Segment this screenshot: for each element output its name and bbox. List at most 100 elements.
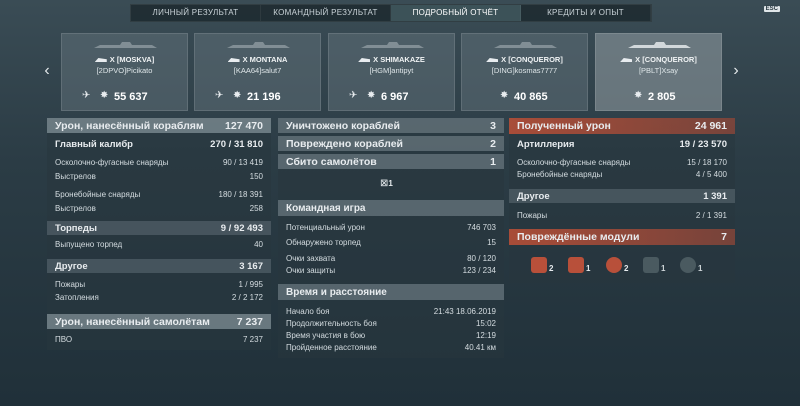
- label: Пройденное расстояние: [286, 343, 377, 352]
- value: 7 237: [236, 315, 263, 328]
- value: 2 / 2 172: [231, 293, 263, 302]
- capture-points-row: Очки захвата 80 / 120: [278, 253, 504, 264]
- label: Очки защиты: [286, 266, 336, 275]
- value: 127 470: [225, 119, 263, 132]
- ship-name: X [MOSKVA]: [109, 55, 155, 64]
- value: 270 / 31 810: [210, 138, 263, 150]
- other-row: Другое 3 167: [47, 259, 271, 273]
- value: 15 / 18 170: [686, 158, 727, 167]
- ship-name: X [CONQUEROR]: [635, 55, 697, 64]
- module-main-battery-damaged: 2: [531, 257, 559, 277]
- module-engine-damaged: 2: [606, 257, 634, 277]
- ship-class-icon: [94, 58, 107, 63]
- value: 12:19: [475, 331, 496, 340]
- ship-damage: 21 196: [247, 91, 281, 103]
- value: 19 / 23 570: [679, 138, 727, 150]
- value: 180 / 18 391: [218, 190, 263, 199]
- plane-kill-icon: ✈: [82, 90, 91, 101]
- label: Потенциальный урон: [286, 223, 365, 232]
- received-other-row: Другое 1 391: [509, 189, 735, 203]
- tab-detailed-report[interactable]: ПОДРОБНЫЙ ОТЧЁТ: [391, 5, 521, 21]
- label: Время и расстояние: [286, 286, 387, 298]
- ship-card-conqueror-1[interactable]: X [CONQUEROR] [DING]kosmas7777 ✸ 40 865: [461, 33, 588, 111]
- value: 80 / 120: [467, 254, 496, 263]
- value: 7 237: [242, 335, 263, 344]
- ship-name: X SHIMAKAZE: [373, 55, 425, 64]
- label: Выпущено торпед: [55, 240, 123, 249]
- label: Очки захвата: [286, 254, 336, 263]
- ship-card-montana[interactable]: X MONTANA [KAA64]salut7 ✈ ✸ 21 196: [194, 33, 321, 111]
- battle-summary-panel: Уничтожено кораблей 3 Повреждено кораблей…: [278, 118, 504, 358]
- fires-row: Пожары 1 / 995: [47, 279, 271, 290]
- torps-fired-row: Выпущено торпед 40: [47, 239, 271, 250]
- participation-time-row: Время участия в бою 12:19: [278, 330, 504, 341]
- player-name: [KAA64]salut7: [233, 66, 282, 75]
- damaged-row: Повреждено кораблей 2: [278, 136, 504, 151]
- ship-class-icon: [227, 58, 240, 63]
- value: 24 961: [694, 120, 727, 132]
- label: Урон, нанесённый кораблям: [55, 119, 204, 132]
- potential-damage-row: Потенциальный урон 746 703: [278, 222, 504, 233]
- secondary-gun-icon: [568, 257, 584, 273]
- damage-icon: ✸: [100, 90, 109, 101]
- defense-points-row: Очки защиты 123 / 234: [278, 265, 504, 276]
- ship-card-moskva[interactable]: X [MOSKVA] [2DPVO]Picikato ✈ ✸ 55 637: [61, 33, 188, 111]
- label: Повреждённые модули: [517, 231, 640, 243]
- label: Выстрелов: [55, 204, 96, 213]
- damage-icon: ✸: [500, 90, 509, 101]
- label: Артиллерия: [517, 138, 575, 150]
- ship-card-conqueror-own[interactable]: X [CONQUEROR] [PBLT]Xsay ✸ 2 805: [595, 33, 722, 111]
- label: ПВО: [55, 335, 73, 344]
- player-name: [2DPVO]Picikato: [96, 66, 153, 75]
- value: 21:43 18.06.2019: [433, 307, 496, 316]
- value: 2 / 1 391: [695, 211, 727, 220]
- label: Осколочно-фугасные снаряды: [517, 158, 631, 167]
- module-count: 2: [624, 264, 629, 273]
- ap-shots-row: Выстрелов 258: [47, 203, 271, 214]
- label: Главный калибр: [55, 138, 133, 150]
- tab-personal-result[interactable]: ЛИЧНЫЙ РЕЗУЛЬТАТ: [131, 5, 261, 21]
- value: 3 167: [239, 260, 263, 272]
- plane-kill-icon: ✈: [349, 90, 358, 101]
- destroyed-row: Уничтожено кораблей 3: [278, 118, 504, 133]
- value: 40.41 км: [464, 343, 496, 352]
- tab-credits-xp[interactable]: КРЕДИТЫ И ОПЫТ: [521, 5, 651, 21]
- plane-damage-header: Урон, нанесённый самолётам 7 237: [47, 314, 271, 329]
- label: Сбито самолётов: [286, 155, 377, 168]
- label: Бронебойные снаряды: [517, 170, 603, 179]
- battle-start-row: Начало боя 21:43 18.06.2019: [278, 306, 504, 317]
- torps-spotted-row: Обнаружено торпед 15: [278, 237, 504, 248]
- time-distance-header: Время и расстояние: [278, 284, 504, 300]
- ship-name: X MONTANA: [242, 55, 288, 64]
- received-fires-row: Пожары 2 / 1 391: [509, 210, 735, 221]
- value: 1 / 995: [238, 280, 263, 289]
- received-damage-header: Полученный урон 24 961: [509, 118, 735, 134]
- ship-damage: 6 967: [381, 91, 409, 103]
- damaged-modules-header: Повреждённые модули 7: [509, 229, 735, 245]
- label: Время участия в бою: [286, 331, 366, 340]
- value: 40: [254, 240, 263, 249]
- aa-row: ПВО 7 237: [47, 334, 271, 345]
- value: 15:02: [475, 319, 496, 328]
- ship-damage: 2 805: [648, 91, 676, 103]
- battle-duration-row: Продолжительность боя 15:02: [278, 318, 504, 329]
- damage-icon: ✸: [634, 90, 643, 101]
- label: Урон, нанесённый самолётам: [55, 315, 210, 328]
- ship-class-icon: [620, 58, 633, 63]
- ship-silhouette-icon: [494, 42, 557, 48]
- label: Продолжительность боя: [286, 319, 377, 328]
- prev-ship-arrow-icon[interactable]: ‹: [40, 62, 54, 80]
- team-play-header: Командная игра: [278, 200, 504, 216]
- value: 2: [490, 137, 496, 150]
- ship-silhouette-icon: [94, 42, 157, 48]
- planes-downed-row: Сбито самолётов 1: [278, 154, 504, 169]
- received-ap-row: Бронебойные снаряды 4 / 5 400: [509, 169, 735, 180]
- esc-back-button[interactable]: ESC: [763, 5, 782, 12]
- torpedoes-row: Торпеды 9 / 92 493: [47, 221, 271, 235]
- tab-team-result[interactable]: КОМАНДНЫЙ РЕЗУЛЬТАТ: [261, 5, 391, 21]
- next-ship-arrow-icon[interactable]: ›: [729, 62, 743, 80]
- he-shots-row: Выстрелов 150: [47, 171, 271, 182]
- ship-card-shimakaze[interactable]: X SHIMAKAZE [HGM]antipyt ✈ ✸ 6 967: [328, 33, 455, 111]
- label: Выстрелов: [55, 172, 96, 181]
- damage-dealt-panel: Урон, нанесённый кораблям 127 470 Главный…: [47, 118, 271, 350]
